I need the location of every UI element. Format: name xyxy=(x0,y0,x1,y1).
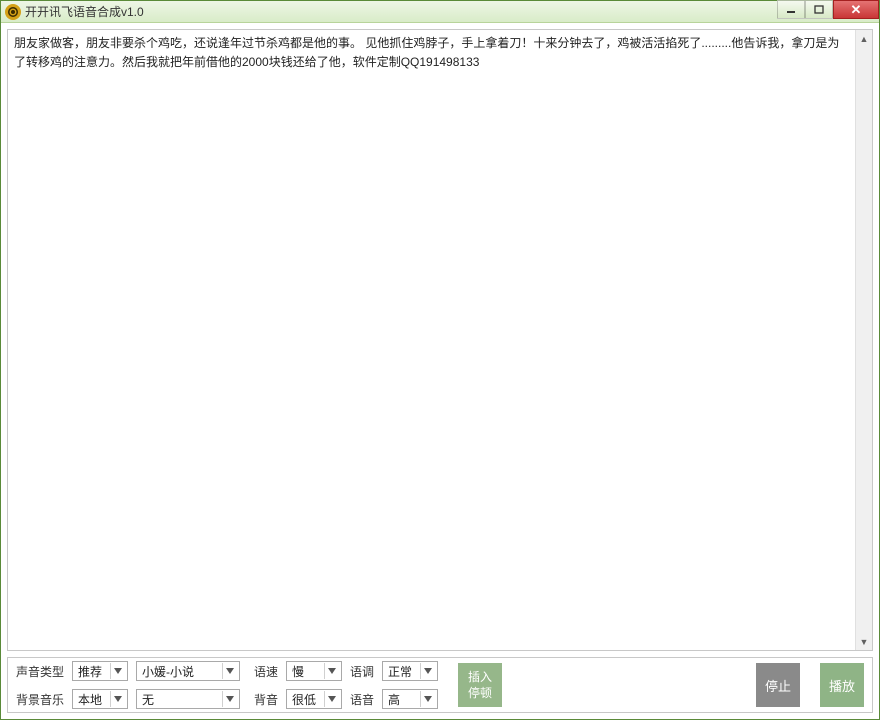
maximize-button[interactable] xyxy=(805,0,833,19)
scroll-down-arrow[interactable]: ▼ xyxy=(856,633,872,650)
chevron-down-icon xyxy=(324,691,339,707)
stop-button[interactable]: 停止 xyxy=(756,663,800,707)
label-pitch: 语调 xyxy=(350,663,374,680)
combo-bg-track[interactable]: 无 xyxy=(136,689,240,709)
label-speed: 语速 xyxy=(254,663,278,680)
window-controls: ✕ xyxy=(777,0,879,20)
chevron-down-icon xyxy=(110,663,125,679)
chevron-down-icon xyxy=(222,691,237,707)
combo-voice-type[interactable]: 推荐 xyxy=(72,661,128,681)
close-icon: ✕ xyxy=(851,2,862,18)
chevron-down-icon xyxy=(420,663,435,679)
chevron-down-icon xyxy=(324,663,339,679)
combo-pitch[interactable]: 正常 xyxy=(382,661,438,681)
label-voice-type: 声音类型 xyxy=(16,663,64,680)
minimize-button[interactable] xyxy=(777,0,805,19)
left-controls: 声音类型 推荐 小媛-小说 背景音乐 本地 xyxy=(16,661,240,709)
row-bgvol-voicevol: 背音 很低 语音 高 xyxy=(254,689,438,709)
chevron-down-icon xyxy=(222,663,237,679)
app-icon xyxy=(5,4,21,20)
chevron-down-icon xyxy=(110,691,125,707)
combo-voice-vol[interactable]: 高 xyxy=(382,689,438,709)
content-area: ▲ ▼ 声音类型 推荐 小媛-小说 背景音乐 xyxy=(1,23,879,719)
combo-bg-source[interactable]: 本地 xyxy=(72,689,128,709)
play-button[interactable]: 播放 xyxy=(820,663,864,707)
row-speed-pitch: 语速 慢 语调 正常 xyxy=(254,661,438,681)
label-bg-music: 背景音乐 xyxy=(16,691,64,708)
minimize-icon xyxy=(786,5,796,15)
combo-voice[interactable]: 小媛-小说 xyxy=(136,661,240,681)
scroll-up-arrow[interactable]: ▲ xyxy=(856,30,872,47)
row-bg-music: 背景音乐 本地 无 xyxy=(16,689,240,709)
chevron-down-icon xyxy=(420,691,435,707)
maximize-icon xyxy=(814,5,824,15)
close-button[interactable]: ✕ xyxy=(833,0,879,19)
insert-pause-button[interactable]: 插入 停顿 xyxy=(458,663,502,707)
titlebar[interactable]: 开开讯飞语音合成v1.0 ✕ xyxy=(1,1,879,23)
mid-controls: 语速 慢 语调 正常 背音 很低 xyxy=(254,661,438,709)
combo-speed[interactable]: 慢 xyxy=(286,661,342,681)
window-title: 开开讯飞语音合成v1.0 xyxy=(25,3,144,20)
text-input[interactable] xyxy=(8,30,855,650)
app-window: 开开讯飞语音合成v1.0 ✕ ▲ ▼ 声音类型 推荐 xyxy=(0,0,880,720)
controls-panel: 声音类型 推荐 小媛-小说 背景音乐 本地 xyxy=(7,657,873,713)
combo-bg-vol[interactable]: 很低 xyxy=(286,689,342,709)
label-voice-vol: 语音 xyxy=(350,691,374,708)
label-bg-vol: 背音 xyxy=(254,691,278,708)
vertical-scrollbar[interactable]: ▲ ▼ xyxy=(855,30,872,650)
row-voice-type: 声音类型 推荐 小媛-小说 xyxy=(16,661,240,681)
text-input-container: ▲ ▼ xyxy=(7,29,873,651)
